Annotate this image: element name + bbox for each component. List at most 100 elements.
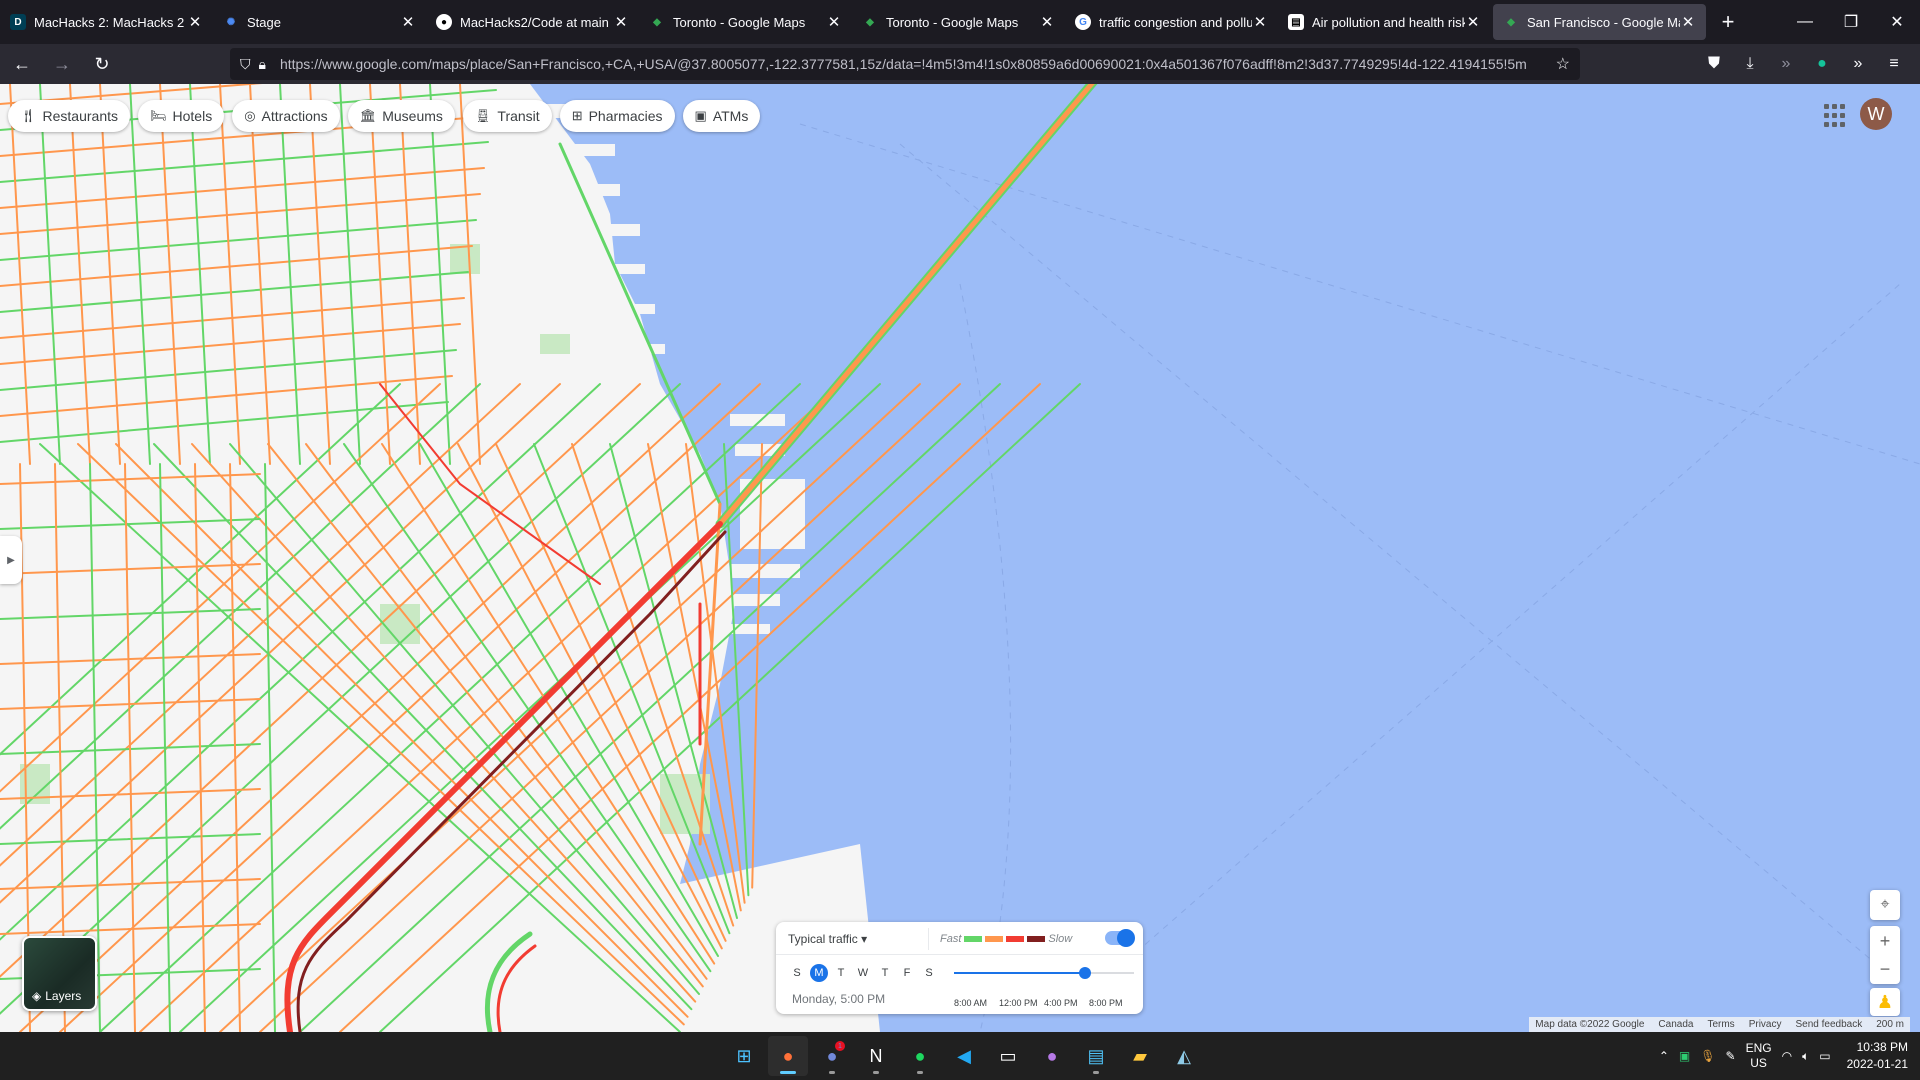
shield-icon[interactable]: ⛉ xyxy=(240,56,251,73)
url-bar[interactable]: ⛉ 🔒︎ https://www.google.com/maps/place/S… xyxy=(230,48,1580,80)
map-svg[interactable] xyxy=(0,84,1920,1032)
avatar[interactable]: W xyxy=(1860,98,1892,130)
close-icon[interactable]: ✕ xyxy=(613,13,629,31)
file-explorer-icon[interactable]: ▰ xyxy=(1120,1036,1160,1076)
spotify-icon[interactable]: ● xyxy=(900,1036,940,1076)
clock-date: 2022-01-21 xyxy=(1846,1057,1908,1071)
chip-hotels[interactable]: 🛏︎ Hotels xyxy=(138,100,225,132)
reload-icon[interactable]: ↻ xyxy=(84,48,120,80)
url-text[interactable]: https://www.google.com/maps/place/San+Fr… xyxy=(280,56,1530,72)
my-location-button[interactable]: ⌖ xyxy=(1870,890,1900,920)
close-window-icon[interactable]: ✕ xyxy=(1874,0,1920,44)
day-5[interactable]: F xyxy=(898,964,916,982)
chevron-up-icon[interactable]: ⌃ xyxy=(1659,1049,1669,1063)
minimize-icon[interactable]: — xyxy=(1782,0,1828,44)
close-icon[interactable]: ✕ xyxy=(826,13,842,31)
bookmark-star-icon[interactable]: ☆ xyxy=(1556,54,1570,74)
microphone-icon[interactable]: 🎙︎ xyxy=(1700,1049,1715,1063)
tab-7[interactable]: ◆ San Francisco - Google Maps✕ xyxy=(1493,4,1706,40)
chevron-right-icon: ▶ xyxy=(7,554,15,566)
footer-item[interactable]: 200 m xyxy=(1876,1019,1904,1030)
notepad-icon[interactable]: ▤ xyxy=(1076,1036,1116,1076)
volume-icon[interactable]: 🔈︎ xyxy=(1802,1049,1809,1064)
tab-title: Toronto - Google Maps xyxy=(886,14,1019,30)
pocket-icon[interactable]: ⛊ xyxy=(1696,48,1732,80)
overflow-chevron-icon[interactable]: » xyxy=(1840,48,1876,80)
menu-icon[interactable]: ≡ xyxy=(1876,48,1912,80)
lock-icon[interactable]: 🔒︎ xyxy=(259,56,266,73)
zoom-in-icon[interactable]: + xyxy=(1880,927,1891,955)
chip-label: Attractions xyxy=(261,108,328,124)
legend-swatch xyxy=(1027,936,1046,942)
close-icon[interactable]: ✕ xyxy=(1252,13,1268,31)
new-tab-button[interactable]: + xyxy=(1708,0,1748,44)
tab-1[interactable]: ✺ Stage ✕ xyxy=(213,0,426,44)
photos-icon[interactable]: ◭ xyxy=(1164,1036,1204,1076)
side-panel-toggle[interactable]: ▶ xyxy=(0,536,22,584)
pen-icon[interactable]: ✎ xyxy=(1726,1049,1736,1063)
footer-item[interactable]: Canada xyxy=(1658,1019,1693,1030)
footer-item[interactable]: Terms xyxy=(1707,1019,1734,1030)
day-3[interactable]: W xyxy=(854,964,872,982)
battery-icon[interactable]: ▭ xyxy=(1819,1049,1830,1063)
terminal-icon[interactable]: ▭ xyxy=(988,1036,1028,1076)
legend-slow-label: Slow xyxy=(1048,933,1073,945)
traffic-mode-dropdown[interactable]: Typical traffic ▾ xyxy=(788,932,867,946)
chip-label: Transit xyxy=(497,108,540,124)
close-icon[interactable]: ✕ xyxy=(1680,13,1696,31)
map-canvas[interactable]: 🍴︎ Restaurants 🛏︎ Hotels ◎ Attractions 🏛︎ Mu… xyxy=(0,84,1920,1032)
active-indicator xyxy=(780,1071,796,1074)
chip-label: Restaurants xyxy=(42,108,118,124)
chip-restaurants[interactable]: 🍴︎ Restaurants xyxy=(8,100,130,132)
discord-icon[interactable]: ● 1 xyxy=(812,1036,852,1076)
layers-button[interactable]: ◈ Layers xyxy=(22,936,97,1011)
download-icon[interactable]: ⤓ xyxy=(1732,48,1768,80)
tab-4[interactable]: ◆ Toronto - Google Maps ✕ xyxy=(852,0,1065,44)
day-4[interactable]: T xyxy=(876,964,894,982)
wifi-icon[interactable]: ◠ xyxy=(1782,1049,1792,1063)
app-tray-icon[interactable]: ▣ xyxy=(1679,1049,1690,1063)
day-0[interactable]: S xyxy=(788,964,806,982)
close-icon[interactable]: ✕ xyxy=(1039,13,1055,31)
footer-item[interactable]: Privacy xyxy=(1749,1019,1782,1030)
chip-atms[interactable]: ▣ ATMs xyxy=(682,100,761,132)
notion-icon[interactable]: N xyxy=(856,1036,896,1076)
traffic-panel: Typical traffic ▾ Fast Slow SMTWTFS Mond… xyxy=(776,922,1143,1014)
restore-icon[interactable]: ❐ xyxy=(1828,0,1874,44)
zoom-out-icon[interactable]: − xyxy=(1880,955,1891,983)
language-indicator[interactable]: ENG US xyxy=(1746,1041,1772,1071)
day-1[interactable]: M xyxy=(810,964,828,982)
close-icon[interactable]: ✕ xyxy=(187,13,203,31)
day-6[interactable]: S xyxy=(920,964,938,982)
close-icon[interactable]: ✕ xyxy=(400,13,416,31)
chip-museums[interactable]: 🏛︎ Museums xyxy=(347,100,455,132)
tab-title: Stage xyxy=(247,14,281,30)
tab-5[interactable]: Gtraffic congestion and polluti ✕ xyxy=(1065,0,1278,44)
tab-6[interactable]: ▤ Air pollution and health risks ✕ xyxy=(1278,0,1491,44)
firefox-icon[interactable]: ● xyxy=(768,1036,808,1076)
tab-0[interactable]: D MacHacks 2: MacHacks 2 is t✕ xyxy=(0,0,213,44)
close-icon[interactable]: ✕ xyxy=(1465,13,1481,31)
chip-pharmacies[interactable]: ⊞ Pharmacies xyxy=(559,100,675,132)
tab-3[interactable]: ◆ Toronto - Google Maps ✕ xyxy=(639,0,852,44)
pegman-icon[interactable]: ♟ xyxy=(1870,988,1900,1016)
taskbar-apps: ⊞ ● ● 1 N ● ◀ ▭ ● ▤ ▰ ◭ xyxy=(724,1036,1204,1076)
forward-icon[interactable]: → xyxy=(44,48,80,80)
clock[interactable]: 10:38 PM 2022-01-21 xyxy=(1847,1039,1908,1073)
slider-thumb[interactable] xyxy=(1078,967,1091,979)
back-icon[interactable]: ← xyxy=(4,48,40,80)
footer-item[interactable]: Send feedback xyxy=(1795,1019,1862,1030)
vscode-icon[interactable]: ◀ xyxy=(944,1036,984,1076)
chip-label: Pharmacies xyxy=(588,108,663,124)
tab-2[interactable]: ● MacHacks2/Code at main · d ✕ xyxy=(426,0,639,44)
windows-start-icon[interactable]: ⊞ xyxy=(724,1036,764,1076)
time-slider[interactable] xyxy=(954,967,1134,979)
chip-transit[interactable]: 🚆︎ Transit xyxy=(462,100,552,132)
extension-icon[interactable]: » xyxy=(1768,48,1804,80)
traffic-toggle[interactable] xyxy=(1105,929,1135,947)
grammarly-icon[interactable]: ● xyxy=(1804,48,1840,80)
github-desktop-icon[interactable]: ● xyxy=(1032,1036,1072,1076)
chip-attractions[interactable]: ◎ Attractions xyxy=(232,100,340,132)
day-2[interactable]: T xyxy=(832,964,850,982)
google-apps-icon[interactable] xyxy=(1824,104,1848,128)
